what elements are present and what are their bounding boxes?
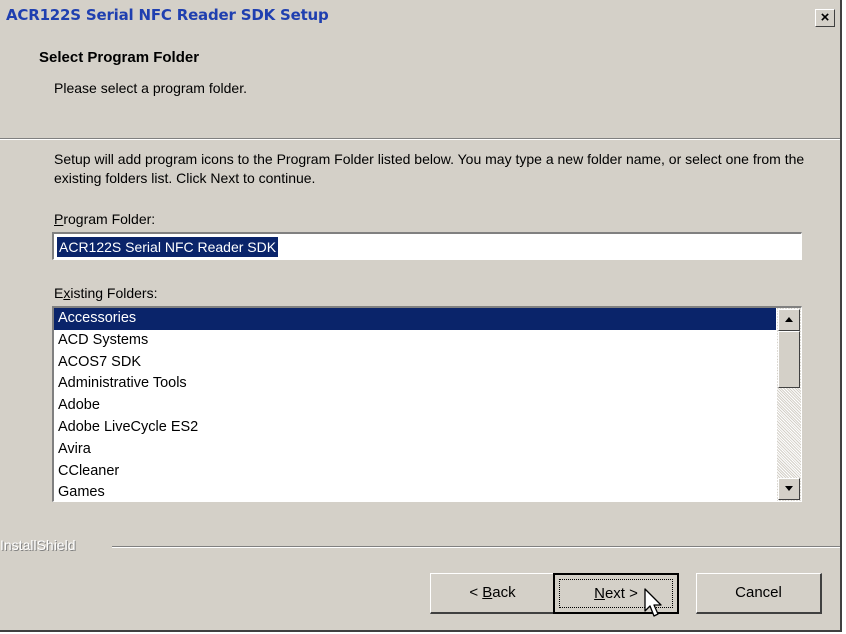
mouse-pointer-icon bbox=[644, 588, 662, 617]
scroll-down-button[interactable] bbox=[778, 478, 800, 500]
page-subtitle: Please select a program folder. bbox=[54, 80, 247, 96]
title-bar[interactable]: ACR122S Serial NFC Reader SDK Setup × bbox=[0, 0, 840, 30]
close-icon: × bbox=[820, 9, 830, 26]
back-accel: B bbox=[482, 584, 493, 601]
wizard-header: Select Program Folder Please select a pr… bbox=[0, 40, 840, 139]
header-divider bbox=[0, 138, 840, 140]
footer-divider bbox=[112, 546, 840, 548]
program-folder-label: Program Folder: bbox=[54, 211, 155, 227]
list-item[interactable]: ACD Systems bbox=[54, 330, 776, 352]
close-button[interactable]: × bbox=[815, 9, 835, 27]
cancel-button[interactable]: Cancel bbox=[696, 573, 822, 614]
installshield-brand: InstallShield bbox=[0, 537, 82, 553]
list-item[interactable]: ACOS7 SDK bbox=[54, 352, 776, 374]
scroll-up-arrow-icon bbox=[785, 317, 793, 322]
list-item[interactable]: Accessories bbox=[54, 308, 776, 330]
back-label-pre: < bbox=[469, 584, 483, 601]
list-item[interactable]: Administrative Tools bbox=[54, 373, 776, 395]
scroll-up-button[interactable] bbox=[778, 309, 800, 331]
program-folder-value: ACR122S Serial NFC Reader SDK bbox=[57, 237, 279, 257]
list-item[interactable]: Adobe LiveCycle ES2 bbox=[54, 417, 776, 439]
existing-folders-label-pre: E bbox=[54, 285, 64, 301]
vertical-scrollbar[interactable] bbox=[777, 308, 801, 501]
back-label-rest: ack bbox=[492, 584, 516, 601]
page-title: Select Program Folder bbox=[39, 49, 200, 66]
list-item[interactable]: Adobe bbox=[54, 395, 776, 417]
existing-folders-list[interactable]: Accessories ACD Systems ACOS7 SDK Admini… bbox=[52, 306, 802, 502]
list-item[interactable]: Avira bbox=[54, 439, 776, 461]
instructions-text: Setup will add program icons to the Prog… bbox=[54, 151, 805, 186]
program-folder-accel: P bbox=[54, 211, 64, 227]
existing-folders-label: Existing Folders: bbox=[54, 285, 158, 301]
scroll-down-arrow-icon bbox=[785, 486, 793, 491]
existing-folders-label-rest: isting Folders: bbox=[70, 285, 158, 301]
program-folder-input[interactable]: ACR122S Serial NFC Reader SDK bbox=[52, 232, 802, 260]
setup-dialog: ACR122S Serial NFC Reader SDK Setup × Se… bbox=[0, 0, 842, 632]
back-button[interactable]: < Back bbox=[430, 573, 556, 614]
list-item[interactable]: Games bbox=[54, 482, 776, 501]
window-title: ACR122S Serial NFC Reader SDK Setup bbox=[6, 6, 329, 24]
scrollbar-thumb[interactable] bbox=[778, 331, 800, 388]
list-item[interactable]: CCleaner bbox=[54, 461, 776, 483]
folder-list-items: Accessories ACD Systems ACOS7 SDK Admini… bbox=[54, 308, 776, 501]
program-folder-label-rest: rogram Folder: bbox=[63, 211, 156, 227]
